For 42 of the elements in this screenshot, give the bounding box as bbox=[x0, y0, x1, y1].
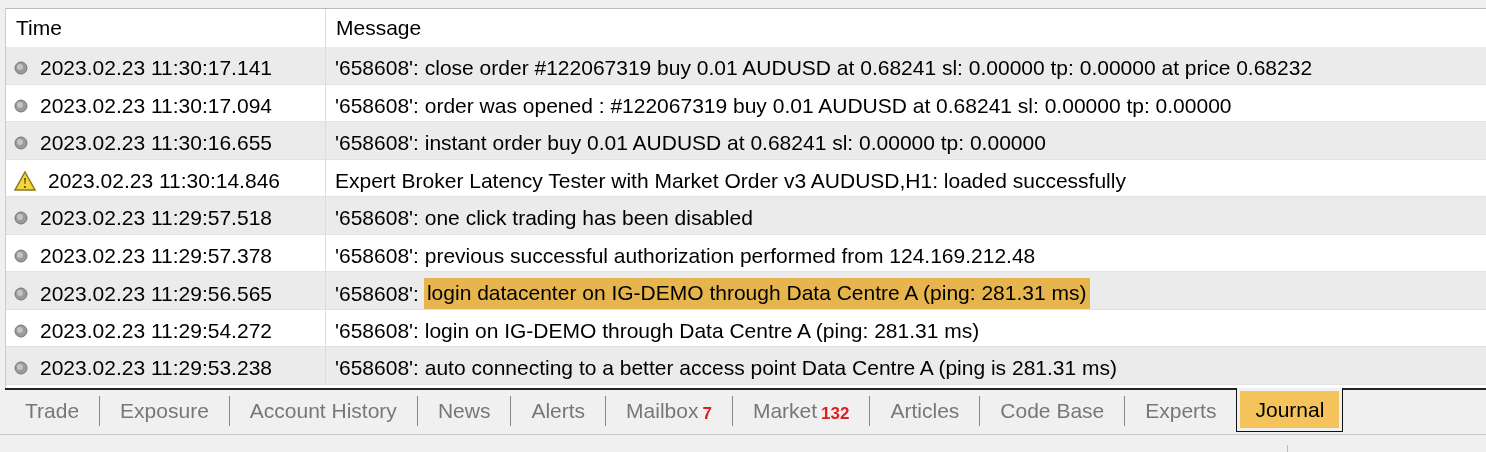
status-dot-icon bbox=[14, 286, 28, 301]
tab[interactable]: Code Base bbox=[980, 390, 1125, 432]
time-cell: 2023.02.23 11:29:57.518 bbox=[40, 206, 272, 231]
column-header[interactable]: Message bbox=[326, 9, 1486, 47]
message-cell: Expert Broker Latency Tester with Market Order v3 AUDUSD,H1: loaded successfully bbox=[335, 168, 1126, 193]
tab[interactable]: Journal bbox=[1236, 388, 1344, 432]
tab[interactable]: Account History bbox=[229, 390, 417, 432]
tab[interactable]: Trade bbox=[5, 390, 100, 432]
selected-text: login datacenter on IG-DEMO through Data Centre A (ping: 281.31 ms) bbox=[423, 278, 1091, 309]
status-dot-icon bbox=[14, 248, 28, 263]
status-dot-icon bbox=[14, 323, 28, 338]
time-cell: 2023.02.23 11:30:17.094 bbox=[40, 93, 272, 118]
tab[interactable]: Articles bbox=[870, 390, 980, 432]
time-cell: 2023.02.23 11:29:54.272 bbox=[40, 318, 272, 343]
time-cell: 2023.02.23 11:30:17.141 bbox=[40, 56, 272, 81]
tab[interactable]: Experts bbox=[1125, 390, 1237, 432]
message-cell: '658608': bbox=[335, 281, 419, 306]
message-cell: '658608': one click trading has been disabled bbox=[335, 206, 753, 231]
tab[interactable]: Market 132 bbox=[732, 390, 870, 432]
status-dot-icon bbox=[14, 61, 28, 76]
count-label: 7 bbox=[702, 404, 712, 424]
message-cell: '658608': auto connecting to a better access point Data Centre A (ping is 281.31 ms) bbox=[335, 356, 1117, 381]
tab[interactable]: Mailbox 7 bbox=[606, 390, 732, 432]
message-cell: '658608': order was opened : #122067319 buy 0.01 AUDUSD at 0.68241 sl: 0.00000 tp: 0.00000 bbox=[335, 93, 1232, 118]
time-cell: 2023.02.23 11:30:14.846 bbox=[48, 168, 280, 193]
status-dot-icon bbox=[14, 361, 28, 376]
status-dot-icon bbox=[14, 211, 28, 226]
tab[interactable]: Alerts bbox=[511, 390, 606, 432]
time-cell: 2023.02.23 11:30:16.655 bbox=[40, 131, 272, 156]
time-cell: 2023.02.23 11:29:57.378 bbox=[40, 243, 272, 268]
time-cell: 2023.02.23 11:29:56.565 bbox=[40, 281, 272, 306]
message-cell: '658608': login on IG-DEMO through Data Centre A (ping: 281.31 ms) bbox=[335, 318, 980, 343]
message-cell: '658608': close order #122067319 buy 0.01 AUDUSD at 0.68241 sl: 0.00000 tp: 0.00000 at price 0.68232 bbox=[335, 56, 1313, 81]
message-cell: '658608': previous successful authorization performed from 124.169.212.48 bbox=[335, 243, 1036, 268]
count-label: 132 bbox=[821, 404, 850, 424]
time-cell: 2023.02.23 11:29:53.238 bbox=[40, 356, 272, 381]
tab[interactable]: News bbox=[417, 390, 511, 432]
warning-icon bbox=[14, 170, 36, 191]
message-cell: '658608': instant order buy 0.01 AUDUSD at 0.68241 sl: 0.00000 tp: 0.00000 bbox=[335, 131, 1046, 156]
status-dot-icon bbox=[14, 136, 28, 151]
tab[interactable]: Exposure bbox=[100, 390, 229, 432]
status-dot-icon bbox=[14, 98, 28, 113]
